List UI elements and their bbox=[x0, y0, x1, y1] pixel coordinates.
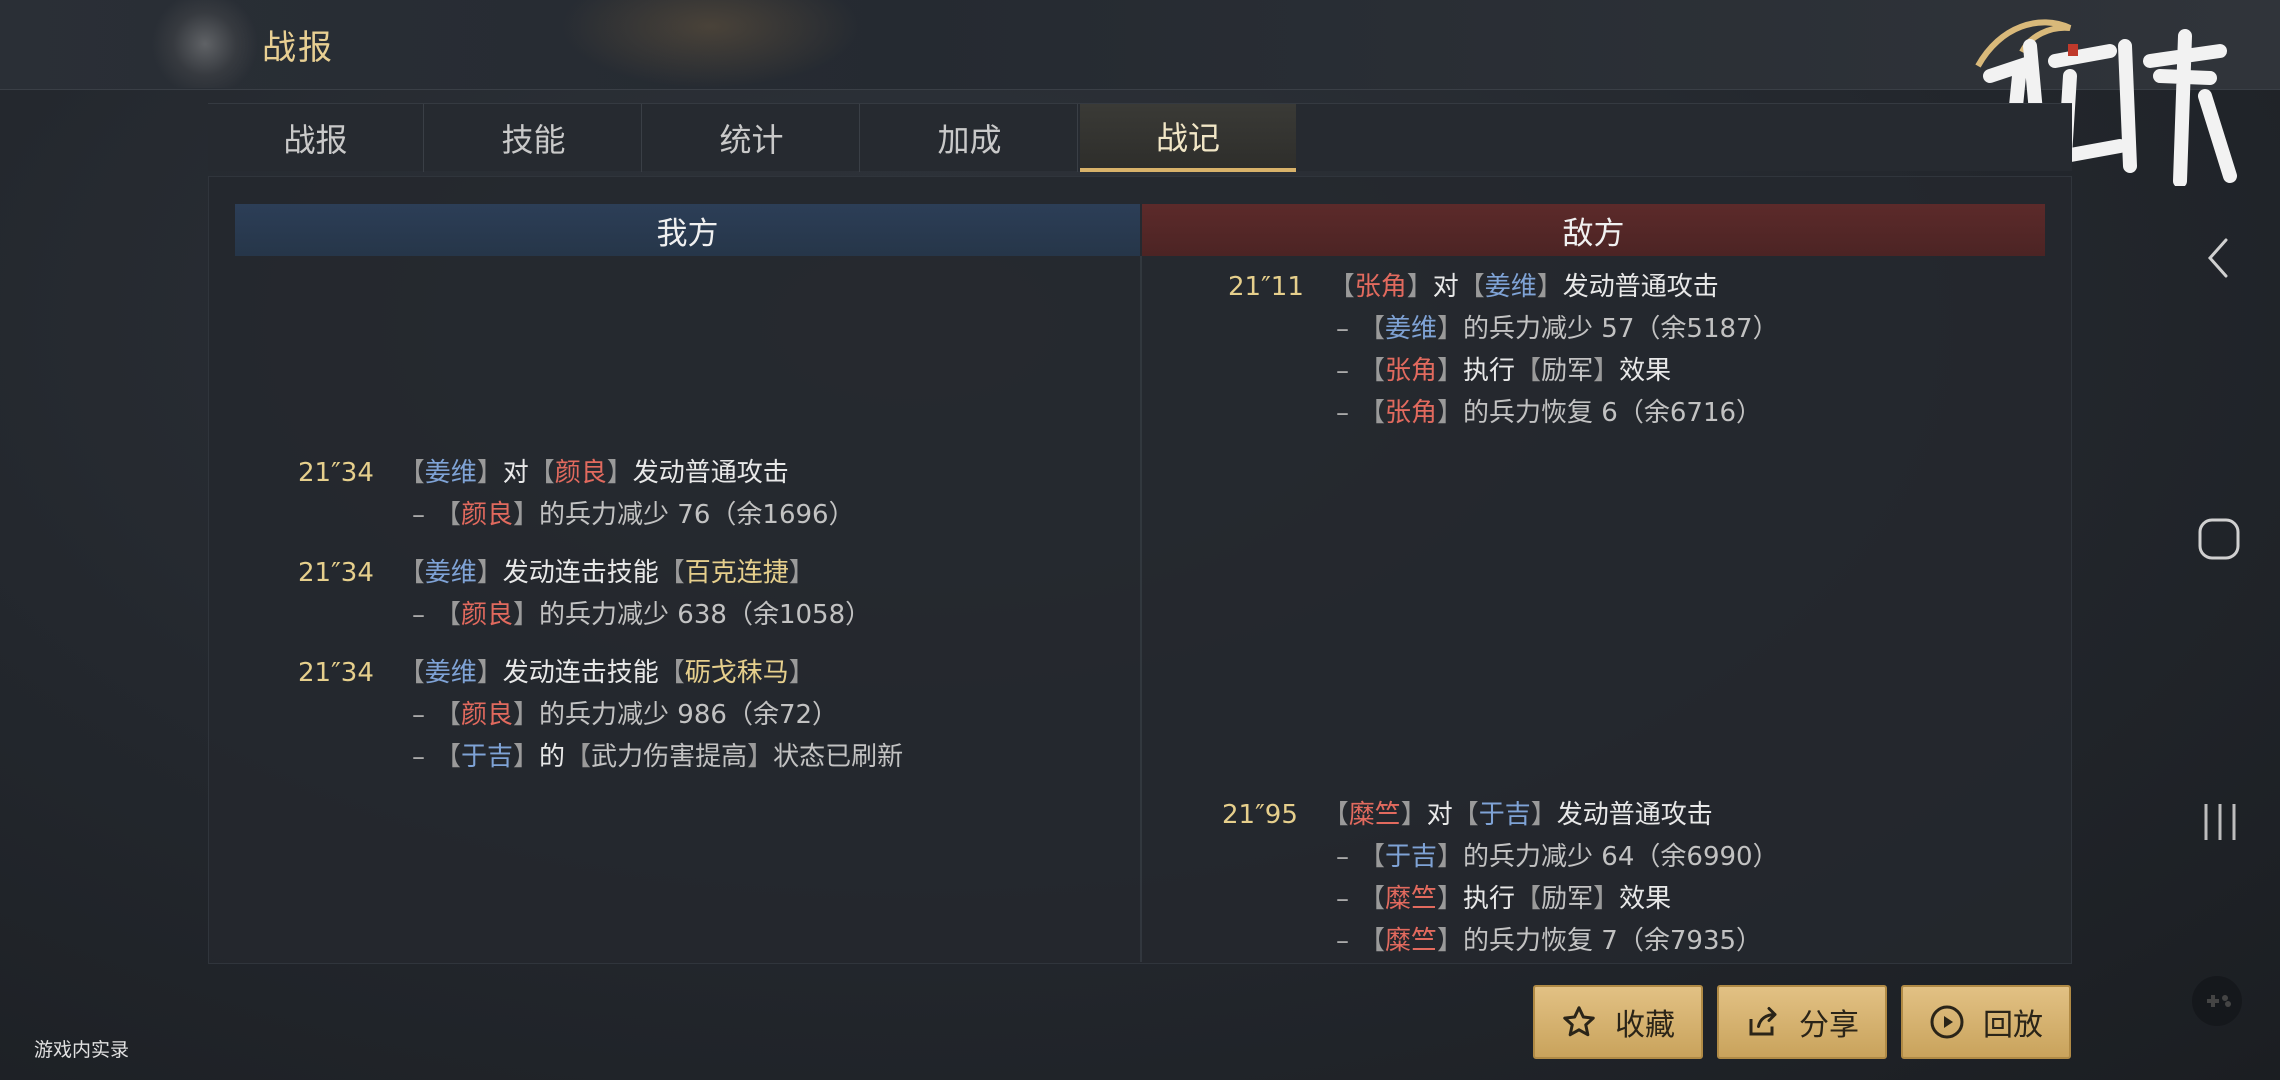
share-icon bbox=[1749, 1007, 1777, 1036]
log-sub-line: – 【颜良】的兵力减少 986（余72） bbox=[412, 700, 839, 730]
header-bar: 战报 bbox=[0, 0, 2280, 90]
page-title: 战报 bbox=[262, 28, 334, 68]
log-entry: 21″11 【张角】对【姜维】发动普通攻击 bbox=[1228, 272, 1719, 302]
play-icon bbox=[1930, 1005, 1964, 1039]
recording-watermark: 游戏内实录 bbox=[34, 1039, 130, 1061]
log-time: 21″34 bbox=[298, 658, 374, 688]
log-sub-line: – 【糜竺】执行【励军】效果 bbox=[1336, 884, 1672, 914]
log-time: 21″34 bbox=[298, 558, 374, 588]
log-time: 21″11 bbox=[1228, 272, 1304, 302]
log-sub-line: – 【于吉】的兵力减少 64（余6990） bbox=[1336, 842, 1779, 872]
tab-battle-report[interactable]: 战报 bbox=[208, 104, 424, 172]
favorite-label: 收藏 bbox=[1615, 1008, 1675, 1043]
log-sub-line: – 【张角】执行【励军】效果 bbox=[1336, 356, 1672, 386]
home-icon[interactable] bbox=[2196, 516, 2242, 562]
actor-name: 姜维 bbox=[424, 658, 477, 688]
target-name: 于吉 bbox=[1478, 800, 1531, 830]
share-button[interactable]: 分享 bbox=[1717, 985, 1887, 1059]
target-name: 颜良 bbox=[554, 458, 607, 488]
star-icon bbox=[1563, 1006, 1595, 1037]
tab-skills[interactable]: 技能 bbox=[426, 104, 642, 172]
log-entry: 21″34 【姜维】发动连击技能【百克连捷】 bbox=[298, 558, 815, 588]
log-sub-line: – 【于吉】的【武力伤害提高】状态已刷新 bbox=[412, 742, 904, 772]
actor-name: 糜竺 bbox=[1348, 800, 1401, 830]
header-decoration bbox=[150, 0, 260, 88]
tab-battle-log[interactable]: 战记 bbox=[1080, 104, 1296, 172]
actor-name: 张角 bbox=[1354, 272, 1407, 302]
log-sub-line: – 【颜良】的兵力减少 638（余1058） bbox=[412, 600, 872, 630]
skill-name: 砺戈秣马 bbox=[684, 658, 789, 688]
replay-label: 回放 bbox=[1983, 1008, 2043, 1043]
tab-bar: 战报 技能 统计 加成 战记 bbox=[208, 103, 2072, 172]
log-sub-line: – 【颜良】的兵力减少 76（余1696） bbox=[412, 500, 855, 530]
replay-button[interactable]: 回放 bbox=[1901, 985, 2071, 1059]
log-entry: 21″34 【姜维】对【颜良】发动普通攻击 bbox=[298, 458, 789, 488]
log-sub-line: – 【张角】的兵力恢复 6（余6716） bbox=[1336, 398, 1763, 428]
log-sub-line: – 【糜竺】的兵力恢复 7（余7935） bbox=[1336, 926, 1763, 956]
log-entry: 21″95 【糜竺】对【于吉】发动普通攻击 bbox=[1222, 800, 1713, 830]
our-side-header: 我方 bbox=[235, 204, 1140, 256]
target-name: 姜维 bbox=[1484, 272, 1537, 302]
log-time: 21″95 bbox=[1222, 800, 1298, 830]
enemy-side-header: 敌方 bbox=[1142, 204, 2045, 256]
favorite-button[interactable]: 收藏 bbox=[1533, 985, 1703, 1059]
log-sub-line: – 【姜维】的兵力减少 57（余5187） bbox=[1336, 314, 1779, 344]
tab-statistics[interactable]: 统计 bbox=[644, 104, 860, 172]
log-time: 21″34 bbox=[298, 458, 374, 488]
log-entry: 21″34 【姜维】发动连击技能【砺戈秣马】 bbox=[298, 658, 815, 688]
tab-bonus[interactable]: 加成 bbox=[862, 104, 1078, 172]
column-divider bbox=[1140, 256, 1142, 962]
skill-name: 百克连捷 bbox=[684, 558, 789, 588]
header-glow bbox=[560, 0, 860, 88]
actor-name: 姜维 bbox=[424, 558, 477, 588]
game-assistant-icon[interactable] bbox=[2190, 974, 2244, 1028]
back-icon[interactable] bbox=[2202, 236, 2234, 280]
actor-name: 姜维 bbox=[424, 458, 477, 488]
share-label: 分享 bbox=[1799, 1008, 1859, 1043]
recent-apps-icon[interactable] bbox=[2200, 800, 2240, 844]
